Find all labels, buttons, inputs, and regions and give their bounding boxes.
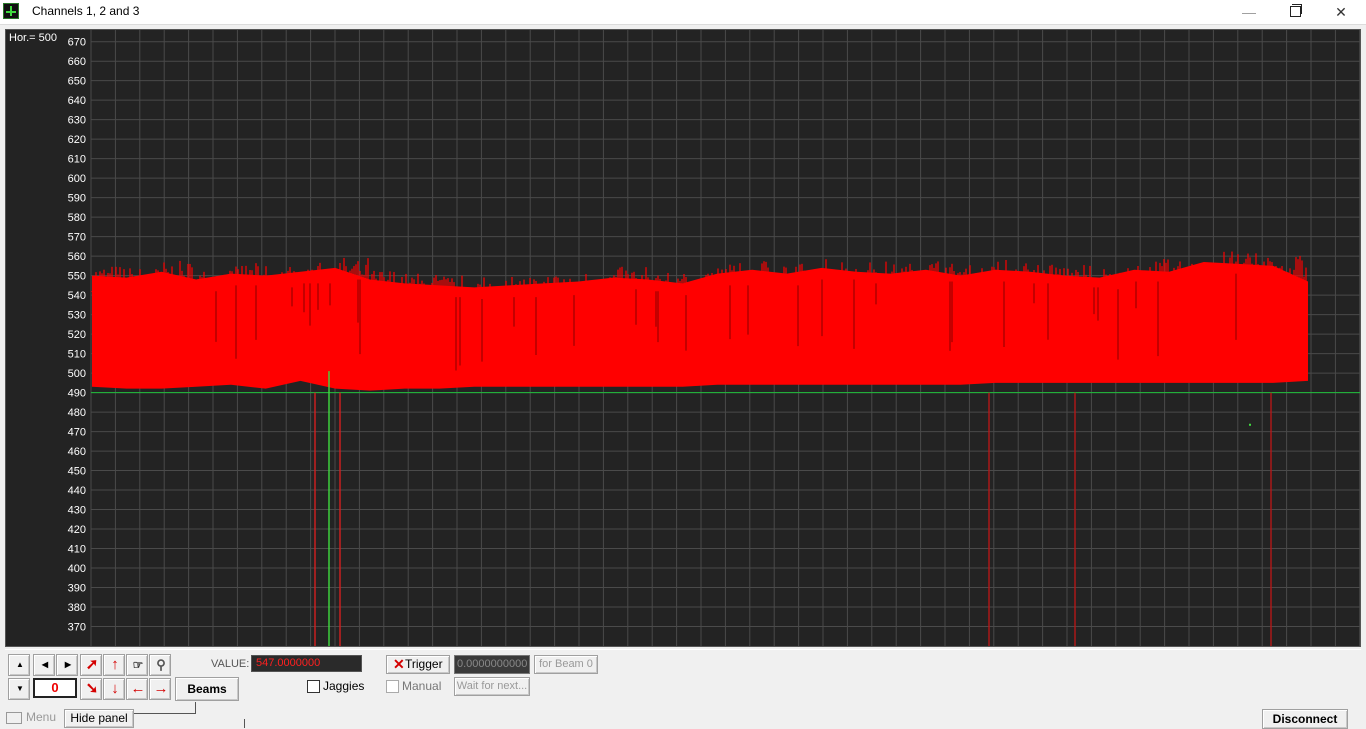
- small-down-arrow-icon: ▼: [16, 684, 24, 693]
- menu-button[interactable]: Menu: [6, 710, 56, 724]
- cursor-dot: [1249, 423, 1251, 426]
- horizontal-scale-label: Hor.= 500: [9, 32, 58, 44]
- y-tick-label: 620: [68, 134, 86, 146]
- scroll-right-button[interactable]: ▶: [56, 654, 78, 676]
- small-right-arrow-icon: ▶: [64, 660, 72, 669]
- y-tick-label: 520: [68, 329, 86, 341]
- left-arrow-icon: ←: [130, 680, 146, 697]
- diagonal-down-arrow-icon: ➘: [85, 680, 99, 697]
- move-down-button[interactable]: ↓: [103, 678, 125, 700]
- down-arrow-icon: ↓: [111, 680, 119, 697]
- y-tick-label: 380: [68, 602, 86, 614]
- y-tick-label: 550: [68, 271, 86, 283]
- up-arrow-icon: ↑: [111, 656, 119, 673]
- oscilloscope-icon: [3, 3, 19, 19]
- y-tick-label: 590: [68, 193, 86, 205]
- y-tick-label: 480: [68, 407, 86, 419]
- y-tick-label: 540: [68, 290, 86, 302]
- scroll-up-button[interactable]: ▲: [8, 654, 30, 676]
- signal-plot[interactable]: 670 660 650 640 630 620 610 600 590 580 570 560 550 5…: [6, 30, 1360, 646]
- y-tick-label: 660: [68, 56, 86, 68]
- manual-label: Manual: [402, 679, 442, 693]
- y-tick-label: 400: [68, 563, 86, 575]
- small-left-arrow-icon: ◀: [41, 660, 49, 669]
- title-bar: Channels 1, 2 and 3 — ✕: [0, 0, 1366, 25]
- diagonal-up-arrow-icon: ➚: [85, 656, 99, 673]
- value-field[interactable]: 547.0000000: [251, 655, 362, 672]
- y-tick-label: 420: [68, 524, 86, 536]
- disconnect-button[interactable]: Disconnect: [1262, 709, 1348, 729]
- y-tick-label: 410: [68, 544, 86, 556]
- trigger-label: Trigger: [405, 657, 443, 671]
- move-right-button[interactable]: →: [149, 678, 171, 700]
- trigger-button[interactable]: ✕ Trigger: [386, 655, 450, 674]
- zoom-button[interactable]: ⚲: [149, 654, 171, 676]
- zoom-out-diagonal-button[interactable]: ➘: [80, 678, 102, 700]
- close-button[interactable]: ✕: [1318, 0, 1364, 24]
- y-tick-label: 630: [68, 115, 86, 127]
- restore-button[interactable]: [1272, 0, 1318, 24]
- y-tick-label: 470: [68, 427, 86, 439]
- status-bar: Menu Hide panel Disconnect: [0, 702, 1366, 729]
- y-tick-label: 370: [68, 622, 86, 634]
- jaggies-checkbox[interactable]: [307, 680, 320, 693]
- scroll-down-button[interactable]: ▼: [8, 678, 30, 700]
- y-tick-label: 650: [68, 76, 86, 88]
- y-tick-label: 390: [68, 583, 86, 595]
- y-tick-label: 640: [68, 95, 86, 107]
- move-up-button[interactable]: ↑: [103, 654, 125, 676]
- wait-for-next-button[interactable]: Wait for next...: [454, 677, 530, 696]
- hand-pointer-icon: ☞: [132, 658, 144, 672]
- for-beam-button[interactable]: for Beam 0: [534, 655, 598, 674]
- pointer-tool-button[interactable]: ☞: [126, 654, 148, 676]
- window-title: Channels 1, 2 and 3: [32, 4, 140, 18]
- y-tick-label: 460: [68, 446, 86, 458]
- y-tick-label: 670: [68, 37, 86, 49]
- trigger-value-field[interactable]: 0.0000000000: [454, 655, 530, 674]
- hide-panel-button[interactable]: Hide panel: [64, 709, 134, 728]
- y-tick-label: 430: [68, 505, 86, 517]
- scroll-left-button[interactable]: ◀: [33, 654, 55, 676]
- beams-button[interactable]: Beams: [175, 677, 239, 701]
- y-tick-label: 500: [68, 368, 86, 380]
- small-up-arrow-icon: ▲: [16, 660, 24, 669]
- move-left-button[interactable]: ←: [126, 678, 148, 700]
- zoom-in-diagonal-button[interactable]: ➚: [80, 654, 102, 676]
- control-panel: ▲ ▼ ◀ ▶ 0 ➚ ↑ ☞ ⚲ ➘ ↓ ← → Beams VALUE: 5…: [5, 649, 1361, 701]
- status-divider: [244, 719, 245, 728]
- y-tick-label: 490: [68, 388, 86, 400]
- y-tick-label: 570: [68, 232, 86, 244]
- y-tick-label: 510: [68, 349, 86, 361]
- panel-frame-line: [134, 702, 196, 714]
- magnifier-icon: ⚲: [156, 657, 166, 672]
- menu-icon: [6, 711, 22, 724]
- value-label: VALUE:: [211, 658, 250, 670]
- y-tick-label: 610: [68, 154, 86, 166]
- right-arrow-icon: →: [153, 680, 169, 697]
- minimize-button[interactable]: —: [1226, 0, 1272, 24]
- y-tick-label: 560: [68, 251, 86, 263]
- y-tick-label: 600: [68, 173, 86, 185]
- menu-label: Menu: [26, 710, 57, 724]
- jaggies-label: Jaggies: [323, 679, 365, 693]
- y-tick-label: 450: [68, 466, 86, 478]
- plot-area[interactable]: 670 660 650 640 630 620 610 600 590 580 570 560 550 5…: [5, 29, 1361, 647]
- y-tick-label: 440: [68, 485, 86, 497]
- beam-counter-field[interactable]: 0: [33, 678, 77, 698]
- y-tick-label: 530: [68, 310, 86, 322]
- y-tick-label: 580: [68, 212, 86, 224]
- manual-checkbox[interactable]: [386, 680, 399, 693]
- x-icon: ✕: [393, 656, 405, 672]
